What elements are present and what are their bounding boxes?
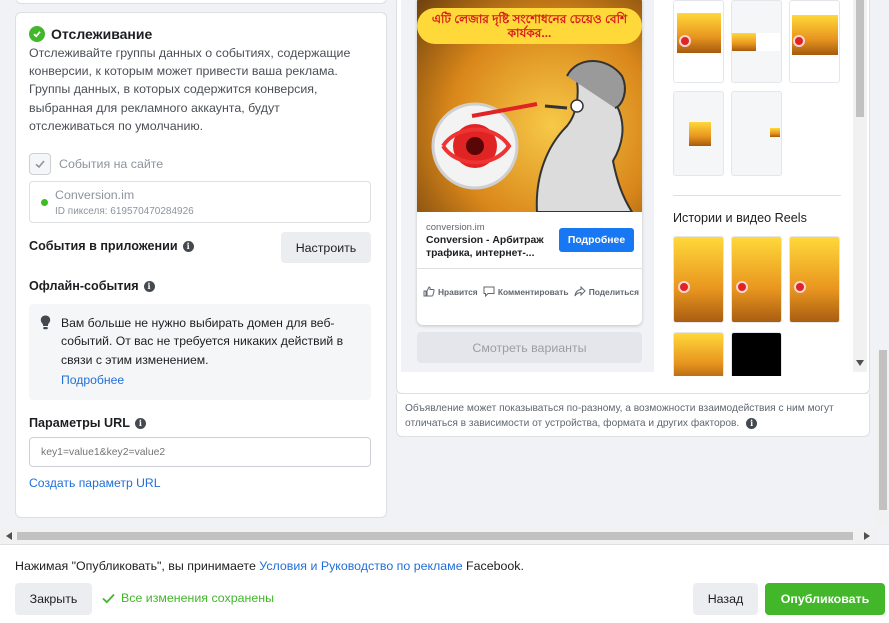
comment-action[interactable]: Комментировать <box>483 286 569 297</box>
info-icon[interactable]: i <box>746 418 758 429</box>
info-icon[interactable]: i <box>182 240 194 252</box>
terms-suffix: Facebook. <box>462 559 524 573</box>
tracking-header: Отслеживание <box>29 26 152 42</box>
ad-actions: Нравится Комментировать Поделиться <box>423 286 639 297</box>
share-icon <box>574 286 586 297</box>
app-events-label: События в приложении i <box>29 239 194 253</box>
placement-thumb[interactable] <box>673 91 724 176</box>
publish-button[interactable]: Опубликовать <box>765 583 885 615</box>
url-params-label-text: Параметры URL <box>29 416 130 430</box>
story-thumb[interactable] <box>789 236 840 323</box>
footer: Нажимая "Опубликовать", вы принимаете Ус… <box>0 544 889 623</box>
ad-domain: conversion.im <box>426 222 485 233</box>
offline-events-label-text: Офлайн-события <box>29 279 139 293</box>
placement-thumb[interactable] <box>731 0 782 83</box>
url-params-label: Параметры URL i <box>29 416 146 430</box>
placement-thumb[interactable] <box>731 91 782 176</box>
stories-reels-title: Истории и видео Reels <box>673 211 807 225</box>
placement-thumb[interactable] <box>673 0 724 83</box>
ad-preview: এটি লেজার দৃষ্টি সংশোধনের চেয়েও বেশি কা… <box>417 0 642 325</box>
see-variants-button[interactable]: Смотреть варианты <box>417 332 642 363</box>
divider <box>673 195 841 196</box>
check-circle-icon <box>29 26 45 42</box>
tracking-title: Отслеживание <box>51 26 153 42</box>
setup-button[interactable]: Настроить <box>281 232 371 263</box>
url-params-input[interactable] <box>29 437 371 467</box>
domain-notice: Вам больше не нужно выбирать домен для в… <box>29 304 371 400</box>
horizontal-scrollbar[interactable] <box>0 529 876 543</box>
terms-text: Нажимая "Опубликовать", вы принимаете Ус… <box>15 559 524 573</box>
ad-image: এটি লেজার দৃষ্টি সংশোধনের চেয়েও বেশি কা… <box>417 0 642 212</box>
lightbulb-icon <box>40 315 51 333</box>
app-events-label-text: События в приложении <box>29 239 178 253</box>
tracking-description: Отслеживайте группы данных о событиях, с… <box>29 46 351 133</box>
ad-headline: Conversion - Арбитраж трафика, интернет-… <box>426 235 544 259</box>
saved-status-text: Все изменения сохранены <box>121 591 275 605</box>
site-events-checkbox-row[interactable]: События на сайте <box>29 153 163 175</box>
notice-learn-more-link[interactable]: Подробнее <box>61 373 124 387</box>
scrollbar-thumb[interactable] <box>879 350 887 510</box>
checkmark-icon <box>102 593 115 603</box>
story-thumb[interactable] <box>673 236 724 323</box>
terms-link[interactable]: Условия и Руководство по рекламе <box>259 559 462 573</box>
close-button[interactable]: Закрыть <box>15 583 92 615</box>
arrow-left-icon[interactable] <box>6 532 12 540</box>
placements-scrollbar[interactable] <box>853 0 867 372</box>
pixel-id: ID пикселя: 619570470284926 <box>55 206 194 217</box>
divider <box>417 268 642 269</box>
notice-text: Вам больше не нужно выбирать домен для в… <box>61 316 344 367</box>
placement-thumb[interactable] <box>789 0 840 83</box>
share-label: Поделиться <box>588 286 639 297</box>
terms-prefix: Нажимая "Опубликовать", вы принимаете <box>15 559 260 573</box>
ad-cta-button[interactable]: Подробнее <box>559 228 634 252</box>
ad-illustration <box>431 60 634 212</box>
site-events-label: События на сайте <box>59 157 164 171</box>
create-url-param-link[interactable]: Создать параметр URL <box>29 476 161 490</box>
scrollbar-thumb[interactable] <box>856 0 864 117</box>
offline-events-label: Офлайн-события i <box>29 279 155 293</box>
back-button[interactable]: Назад <box>693 583 758 615</box>
comment-label: Комментировать <box>497 286 569 297</box>
info-icon[interactable]: i <box>143 280 155 292</box>
arrow-right-icon[interactable] <box>864 532 870 540</box>
comment-icon <box>483 286 495 297</box>
share-action[interactable]: Поделиться <box>574 286 639 297</box>
story-thumb[interactable] <box>673 332 724 376</box>
story-thumb[interactable] <box>731 236 782 323</box>
placements-panel <box>662 0 852 376</box>
previous-card-bottom <box>15 0 387 4</box>
info-icon[interactable]: i <box>134 417 146 429</box>
preview-disclaimer: Объявление может показываться по-разному… <box>396 394 870 437</box>
saved-status: Все изменения сохранены <box>102 591 274 605</box>
thumbs-up-icon <box>423 286 435 297</box>
pixel-status-dot <box>41 199 48 206</box>
like-label: Нравится <box>438 286 478 297</box>
pixel-name: Conversion.im <box>55 188 135 202</box>
scrollbar-thumb[interactable] <box>17 532 853 540</box>
disclaimer-text: Объявление может показываться по-разному… <box>405 403 834 429</box>
arrow-down-icon[interactable] <box>856 360 864 366</box>
page-scrollbar[interactable] <box>876 350 889 525</box>
pixel-box: Conversion.im ID пикселя: 61957047028492… <box>29 181 371 223</box>
site-events-checkbox[interactable] <box>29 153 51 175</box>
like-action[interactable]: Нравится <box>423 286 478 297</box>
story-thumb[interactable] <box>731 332 782 376</box>
